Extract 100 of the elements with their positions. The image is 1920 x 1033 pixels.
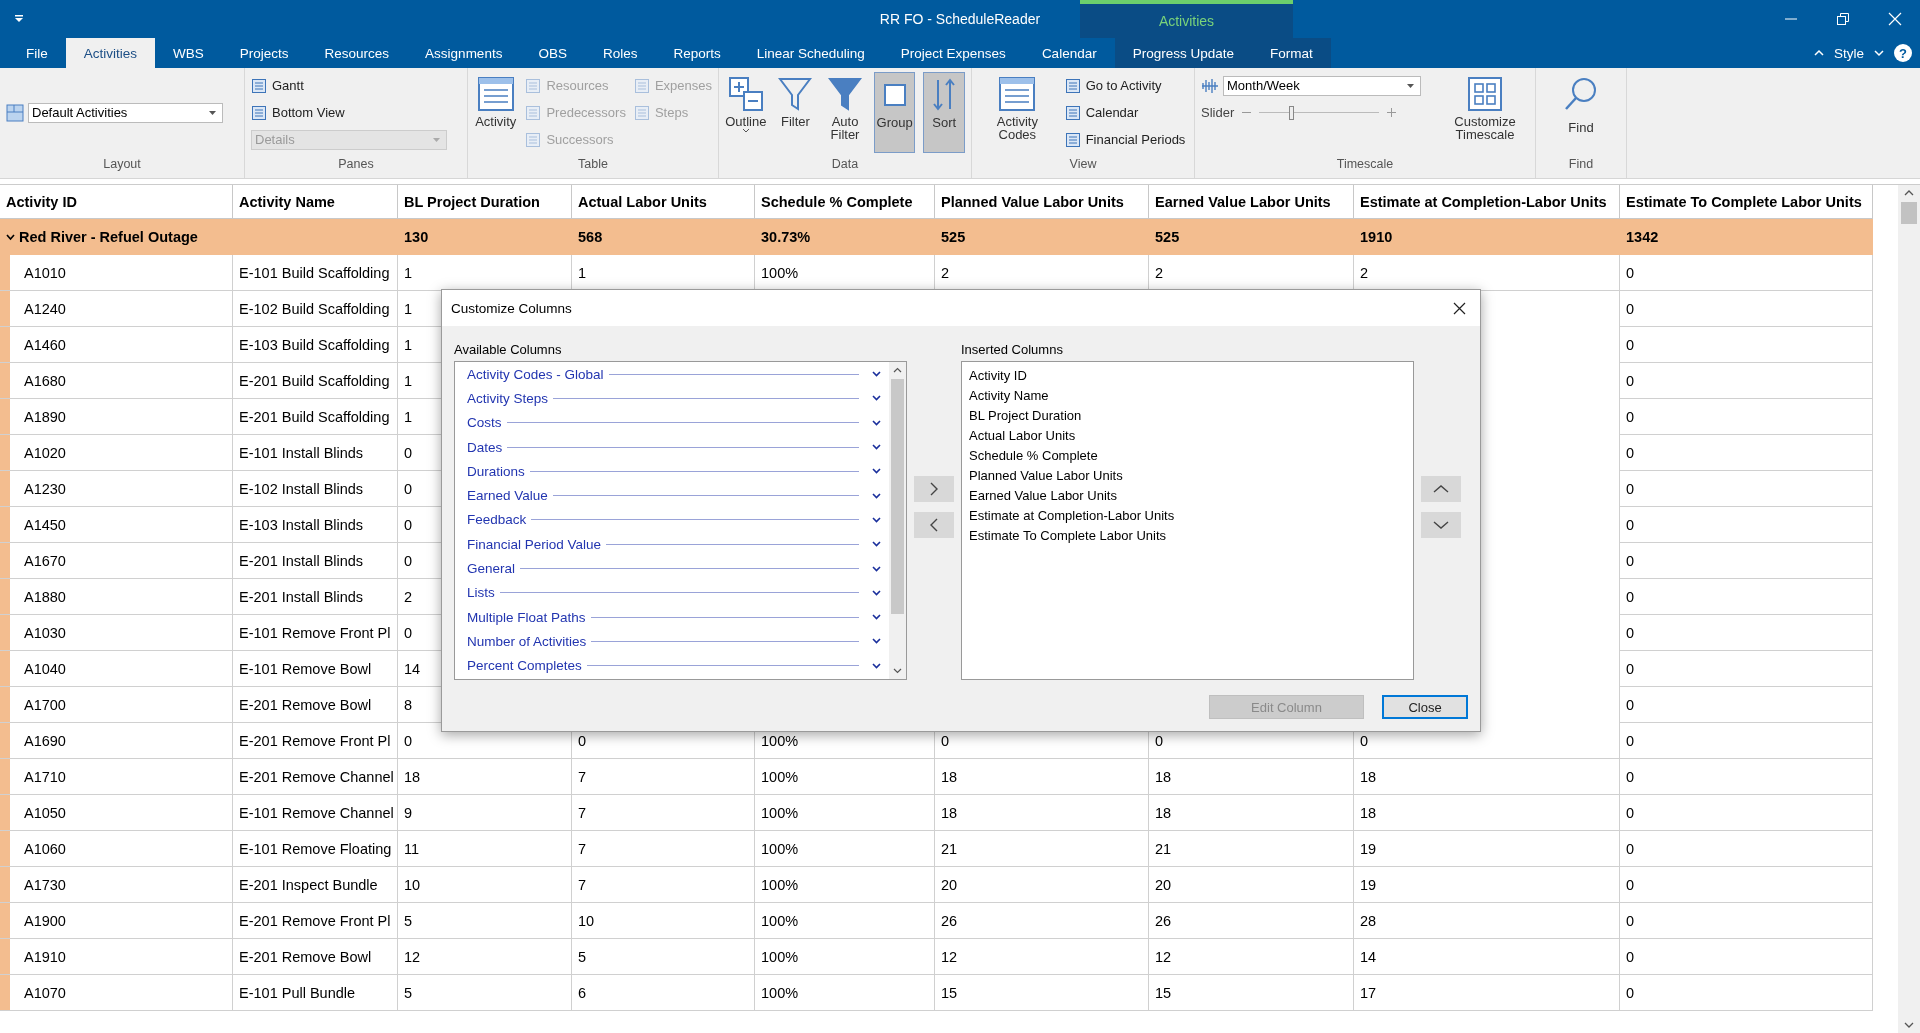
ribbon-tab[interactable]: Progress Update [1114,38,1252,68]
ribbon-tab[interactable]: Roles [584,38,656,68]
slider-label: Slider [1201,105,1235,120]
quick-access-icon[interactable] [14,14,24,24]
table-cell: E-101 Install Blinds [239,444,364,461]
ribbon-tab[interactable]: Linear Scheduling [738,38,883,68]
ribbon-tab[interactable]: Activities [65,38,156,68]
table-cell: 0 [404,444,413,461]
ribbon-button[interactable]: Bottom View [251,104,461,121]
chevron-down-icon[interactable] [872,468,881,475]
chevron-down-icon[interactable] [872,444,881,451]
ribbon-tab[interactable]: Reports [655,38,739,68]
table-cell: E-201 Install Blinds [239,552,364,569]
table-cell: E-201 Remove Front Pl [239,732,391,749]
close-icon[interactable] [1453,301,1466,315]
chevron-down-icon[interactable] [872,516,881,523]
column-category[interactable]: Durations [467,463,525,479]
expand-caret-icon[interactable] [6,233,15,241]
chevron-down-icon[interactable] [872,565,881,572]
ribbon-large-button[interactable]: Filter [774,72,817,153]
list-item[interactable]: Earned Value Labor Units [969,486,1406,506]
vertical-scrollbar[interactable] [1898,185,1920,1033]
column-category[interactable]: Earned Value [467,488,548,504]
column-category[interactable]: Financial Period Value [467,536,602,552]
ribbon-large-button[interactable]: Activity [474,72,518,153]
scroll-up-icon[interactable] [1904,189,1914,196]
column-category[interactable]: Number of Activities [467,633,587,649]
table-cell: 15 [1155,984,1172,1001]
chevron-down-icon [1433,520,1449,530]
row-marker [0,975,10,1010]
ribbon-tab[interactable]: File [8,38,66,68]
list-item[interactable]: Activity Name [969,386,1406,406]
column-category[interactable]: Lists [467,585,495,601]
ribbon-large-button[interactable]: Auto Filter [824,72,866,153]
collapse-ribbon-icon[interactable] [1814,49,1824,57]
scrollbar-thumb[interactable] [1901,202,1917,224]
scroll-down-icon[interactable] [1904,1022,1914,1029]
table-cell: 2 [404,588,413,605]
help-button[interactable]: ? [1894,44,1912,62]
list-item[interactable]: Planned Value Labor Units [969,466,1406,486]
scroll-down-icon[interactable] [893,668,902,674]
list-item[interactable]: Estimate To Complete Labor Units [969,526,1406,546]
ribbon-tab[interactable]: OBS [520,38,585,68]
ribbon-large-button[interactable]: Sort [923,72,965,153]
table-cell: 0 [404,480,413,497]
column-category[interactable]: General [467,561,516,576]
ribbon-tab[interactable]: Projects [221,38,307,68]
column-category[interactable]: Multiple Float Paths [467,609,586,625]
column-category[interactable]: Costs [467,415,502,431]
table-cell: E-103 Install Blinds [239,516,364,533]
ribbon-tab[interactable]: Project Expenses [882,38,1024,68]
ribbon-button[interactable]: Go to Activity [1064,77,1188,94]
ribbon-group-label: Layout [102,157,142,173]
table-cell: 5 [404,984,413,1001]
column-category[interactable]: Feedback [467,512,527,528]
chevron-down-icon[interactable] [872,662,881,669]
ribbon-tab[interactable]: Calendar [1023,38,1115,68]
list-item[interactable]: Activity ID [969,366,1406,386]
ribbon-tab[interactable]: Format [1252,38,1331,68]
list-icon [525,104,542,121]
chevron-down-icon[interactable] [872,638,881,645]
dialog-button[interactable]: Close [1382,695,1468,719]
chevron-down-icon[interactable] [872,419,881,426]
column-category[interactable]: Dates [467,439,503,455]
column-category[interactable]: Percent Completes [467,658,582,674]
list-item[interactable]: Estimate at Completion-Labor Units [969,506,1406,526]
scroll-up-icon[interactable] [893,367,902,373]
chevron-down-icon[interactable] [872,614,881,621]
move-up-button[interactable] [1421,476,1461,502]
ribbon-large-button[interactable]: Outline [725,72,767,153]
move-down-button[interactable] [1421,512,1461,538]
ribbon-large-button[interactable]: Find [1559,72,1603,153]
chevron-down-icon[interactable] [872,371,881,378]
column-category[interactable]: Activity Codes - Global [467,366,604,382]
chevron-down-icon[interactable] [872,589,881,596]
grid-icon [1466,75,1504,113]
table-cell: 0 [1626,696,1635,713]
list-item[interactable]: Actual Labor Units [969,426,1406,446]
ribbon-tab[interactable]: Assignments [407,38,521,68]
list-item[interactable]: Schedule % Complete [969,446,1406,466]
chevron-down-icon[interactable] [872,541,881,548]
ribbon-large-button[interactable]: Customize Timescale [1441,72,1529,153]
list-item[interactable]: BL Project Duration [969,406,1406,426]
restore-icon[interactable] [1836,12,1850,26]
table-cell: 0 [1155,732,1164,749]
ribbon-button[interactable]: Financial Periods [1064,131,1188,148]
style-menu[interactable]: Style [1834,45,1864,61]
table-cell: 21 [941,840,958,857]
ribbon-large-button[interactable]: Group [873,72,916,153]
ribbon-button[interactable]: Calendar [1064,104,1188,121]
chevron-down-icon[interactable] [872,492,881,499]
chevron-down-icon[interactable] [872,395,881,402]
ribbon-tab[interactable]: WBS [155,38,222,68]
scrollbar-thumb[interactable] [891,379,904,614]
table-cell: 0 [404,552,413,569]
table-cell: 7 [578,804,587,821]
ribbon-tab[interactable]: Resources [306,38,408,68]
ribbon-large-button[interactable]: Activity Codes [978,72,1057,153]
column-category[interactable]: Activity Steps [467,390,549,406]
ribbon-button[interactable]: Gantt [251,77,461,94]
